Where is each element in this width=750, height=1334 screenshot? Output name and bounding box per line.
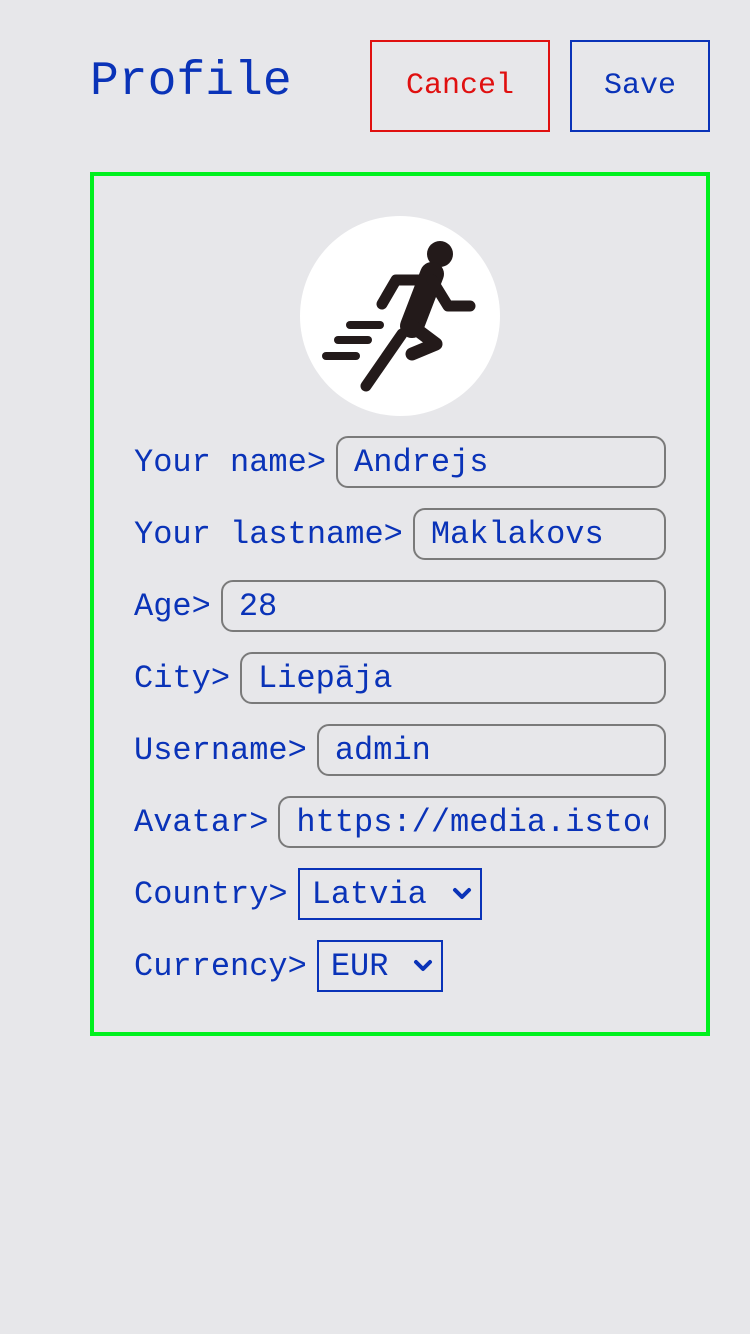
name-row: Your name> <box>134 436 666 488</box>
avatar-url-field[interactable] <box>278 796 666 848</box>
chevron-down-icon <box>452 887 472 901</box>
lastname-label: Your lastname> <box>134 515 403 553</box>
avatar[interactable] <box>300 216 500 416</box>
username-row: Username> <box>134 724 666 776</box>
cancel-button[interactable]: Cancel <box>370 40 550 132</box>
username-field[interactable] <box>316 724 666 776</box>
currency-selected-value: EUR <box>330 947 389 985</box>
running-person-icon <box>322 241 476 392</box>
city-row: City> <box>134 652 666 704</box>
age-field[interactable] <box>220 580 666 632</box>
page-title: Profile <box>90 55 292 109</box>
country-row: Country> Latvia <box>134 868 666 920</box>
city-label: City> <box>134 659 231 697</box>
age-row: Age> <box>134 580 666 632</box>
currency-row: Currency> EUR <box>134 940 666 992</box>
country-selected-value: Latvia <box>311 875 427 913</box>
username-label: Username> <box>134 731 307 769</box>
age-label: Age> <box>134 587 211 625</box>
currency-label: Currency> <box>134 947 307 985</box>
avatar-url-row: Avatar> <box>134 796 666 848</box>
name-label: Your name> <box>134 443 327 481</box>
lastname-row: Your lastname> <box>134 508 666 560</box>
save-button[interactable]: Save <box>570 40 710 132</box>
lastname-field[interactable] <box>412 508 666 560</box>
avatar-url-label: Avatar> <box>134 803 269 841</box>
currency-select[interactable]: EUR <box>316 940 443 992</box>
country-select[interactable]: Latvia <box>297 868 482 920</box>
name-field[interactable] <box>336 436 666 488</box>
country-label: Country> <box>134 875 288 913</box>
chevron-down-icon <box>413 959 433 973</box>
city-field[interactable] <box>240 652 666 704</box>
profile-card: Your name> Your lastname> Age> City> Use… <box>90 172 710 1036</box>
